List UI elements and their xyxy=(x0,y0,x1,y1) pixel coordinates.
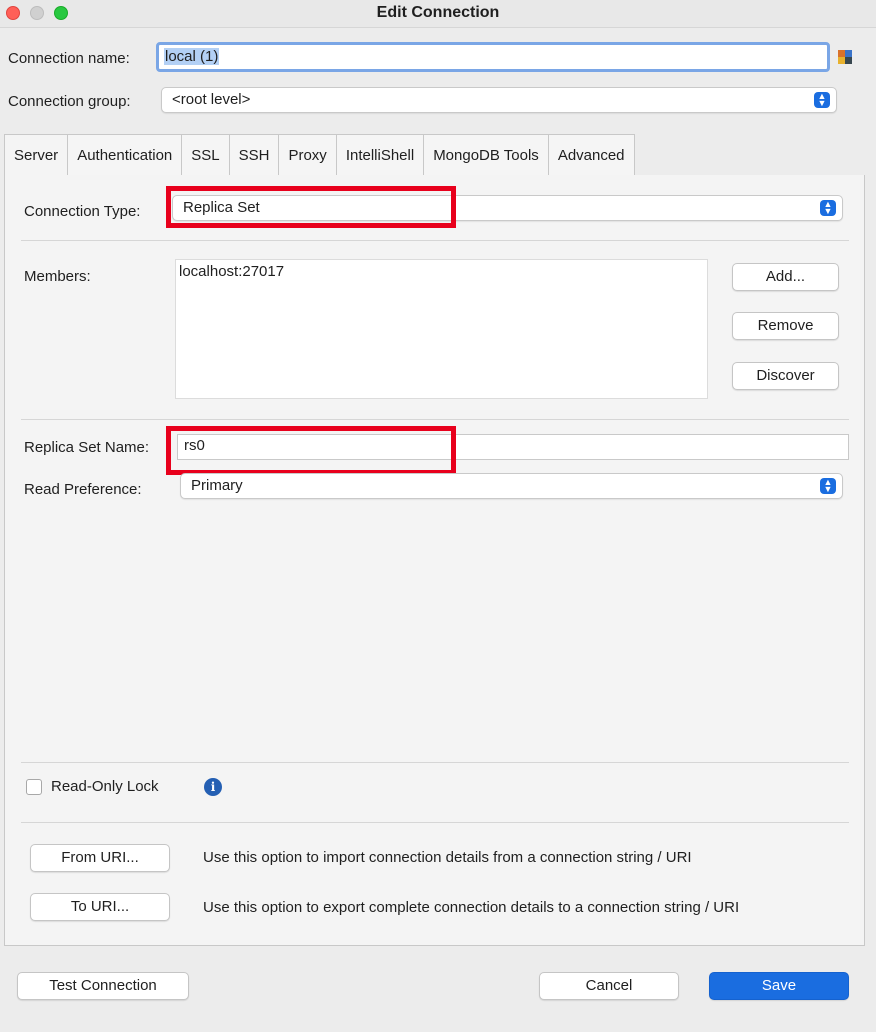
members-list[interactable]: localhost:27017 xyxy=(175,259,708,399)
tab-server[interactable]: Server xyxy=(4,134,69,177)
add-member-button[interactable]: Add... xyxy=(732,263,839,291)
cancel-button[interactable]: Cancel xyxy=(539,972,679,1000)
replica-set-name-label: Replica Set Name: xyxy=(24,439,150,456)
test-connection-button[interactable]: Test Connection xyxy=(17,972,189,1000)
divider xyxy=(21,240,849,241)
title-bar: Edit Connection xyxy=(0,0,876,28)
tab-ssl[interactable]: SSL xyxy=(182,134,230,176)
edit-connection-window: Edit Connection Connection name: local (… xyxy=(0,0,876,1032)
connection-type-label: Connection Type: xyxy=(24,203,141,220)
select-arrows-icon: ▲ ▼ xyxy=(814,92,830,108)
tab-authentication[interactable]: Authentication xyxy=(68,134,183,176)
discover-members-button[interactable]: Discover xyxy=(732,362,839,390)
read-preference-select[interactable]: Primary ▲ ▼ xyxy=(180,473,843,499)
server-panel: Connection Type: Replica Set ▲ ▼ Members:… xyxy=(4,175,865,946)
connection-name-value: local (1) xyxy=(164,48,220,65)
window-title: Edit Connection xyxy=(376,4,500,21)
read-preference-label: Read Preference: xyxy=(24,481,142,498)
divider xyxy=(21,419,849,420)
from-uri-button[interactable]: From URI... xyxy=(30,844,170,872)
connection-group-select[interactable]: <root level> ▲ ▼ xyxy=(161,87,837,113)
tab-proxy[interactable]: Proxy xyxy=(279,134,337,176)
tab-ssh[interactable]: SSH xyxy=(229,134,280,176)
select-arrows-icon: ▲ ▼ xyxy=(820,200,836,216)
read-only-lock-label: Read-Only Lock xyxy=(51,778,159,795)
save-button[interactable]: Save xyxy=(709,972,849,1000)
to-uri-description: Use this option to export complete conne… xyxy=(203,899,740,916)
connection-tabs: Server Authentication SSL SSH Proxy Inte… xyxy=(4,134,865,946)
tab-intellishell[interactable]: IntelliShell xyxy=(336,134,425,176)
tab-mongodb-tools[interactable]: MongoDB Tools xyxy=(424,134,549,176)
connection-name-input[interactable]: local (1) xyxy=(156,42,830,72)
connection-name-label: Connection name: xyxy=(8,50,130,67)
members-label: Members: xyxy=(24,268,91,285)
from-uri-description: Use this option to import connection det… xyxy=(203,849,692,866)
divider xyxy=(21,762,849,763)
list-item[interactable]: localhost:27017 xyxy=(179,263,704,280)
to-uri-button[interactable]: To URI... xyxy=(30,893,170,921)
read-preference-value: Primary xyxy=(191,477,243,494)
select-arrows-icon: ▲ ▼ xyxy=(820,478,836,494)
divider xyxy=(21,822,849,823)
connection-group-label: Connection group: xyxy=(8,93,131,110)
tab-advanced[interactable]: Advanced xyxy=(548,134,635,176)
connection-group-value: <root level> xyxy=(172,91,251,108)
info-icon[interactable]: i xyxy=(204,778,222,796)
remove-member-button[interactable]: Remove xyxy=(732,312,839,340)
read-only-lock-checkbox[interactable] xyxy=(26,779,42,795)
color-picker-icon[interactable] xyxy=(838,50,852,64)
tab-strip: Server Authentication SSL SSH Proxy Inte… xyxy=(4,134,865,177)
replica-set-name-highlight xyxy=(166,426,456,475)
connection-type-highlight xyxy=(166,186,456,228)
